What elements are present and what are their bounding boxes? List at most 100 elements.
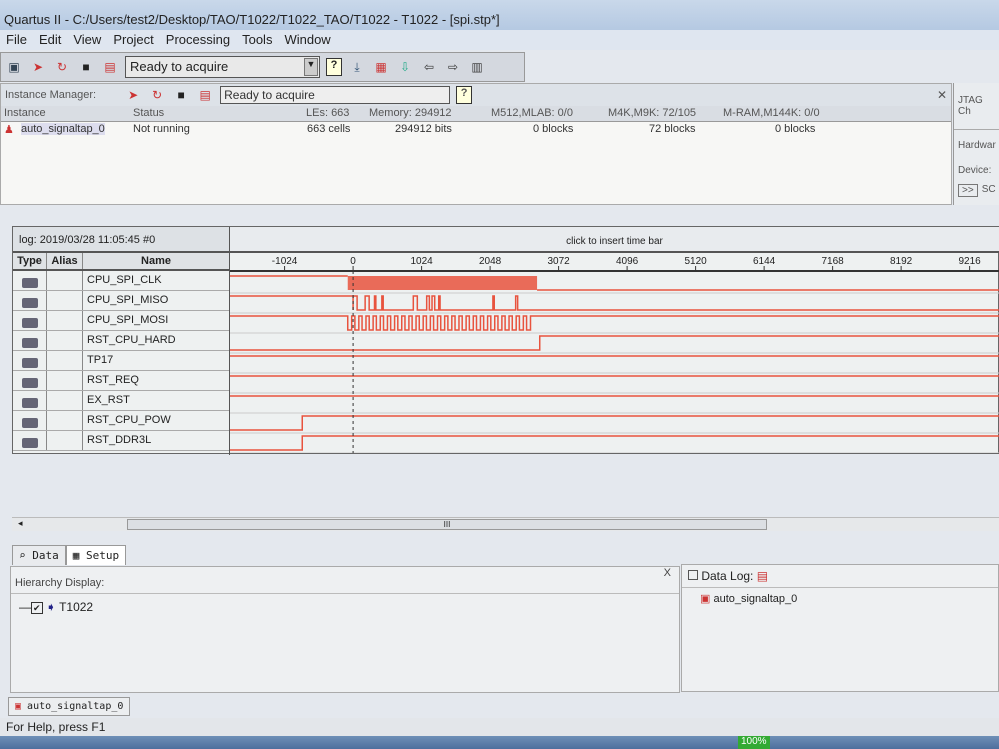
col-status: Status [133, 107, 165, 119]
checkbox-checked-icon[interactable]: ✔ [31, 602, 43, 614]
instance-tab[interactable]: ▣ auto_signaltap_0 [8, 697, 131, 716]
chevron-down-icon[interactable]: ▼ [304, 58, 318, 76]
data-log-label: Data Log: [701, 569, 754, 583]
instance-manager-icon[interactable]: ▣ [5, 58, 23, 76]
col-type: Type [13, 253, 47, 269]
signal-row[interactable]: RST_CPU_HARD [13, 331, 229, 351]
instance-manager: Instance Manager: ➤ ↻ ■ ▤ Ready to acqui… [0, 83, 952, 205]
arrow-left-icon[interactable]: ⇦ [420, 58, 438, 76]
instance-status: Not running [133, 123, 190, 135]
instance-row[interactable]: ♟ auto_signaltap_0 Not running 663 cells… [1, 122, 951, 140]
instance-manager-label: Instance Manager: [5, 89, 97, 101]
menu-file[interactable]: File [6, 32, 27, 48]
alias-cell [47, 311, 83, 330]
clock-burst [347, 276, 538, 290]
scroll-left-icon[interactable]: ◂ [18, 518, 23, 529]
col-m4k: M4K,M9K: 72/105 [608, 107, 697, 119]
instance-icon: ♟ [4, 124, 14, 136]
signal-row[interactable]: RST_REQ [13, 371, 229, 391]
alias-cell [47, 411, 83, 430]
setup-icon: ▦ [72, 549, 86, 562]
status-text: For Help, press F1 [6, 720, 106, 734]
signal-row[interactable]: RST_DDR3L [13, 431, 229, 451]
waveform-canvas[interactable]: -1024 0 1024 2048 3072 4096 5120 6144 7168 8192 92… [230, 253, 999, 454]
scroll-thumb[interactable]: III [127, 519, 767, 530]
scan-chain-button[interactable]: >> [958, 184, 978, 197]
log-label: log: 2019/03/28 11:05:45 #0 [13, 227, 229, 253]
instance-mram: 0 blocks [775, 123, 816, 135]
instance-manager-bar: Instance Manager: ➤ ↻ ■ ▤ Ready to acqui… [1, 84, 951, 106]
signal-row[interactable]: TP17 [13, 351, 229, 371]
status-combo[interactable]: Ready to acquire ▼ [125, 56, 320, 78]
sc-label: SC [981, 184, 996, 195]
memory-icon[interactable]: ▥ [468, 58, 486, 76]
autorun-icon[interactable]: ↻ [148, 86, 166, 104]
input-pin-icon [13, 331, 47, 350]
col-name: Name [141, 255, 171, 267]
menu-processing[interactable]: Processing [166, 32, 230, 48]
ruler-tick-label: 7168 [821, 256, 844, 267]
data-log-icon[interactable]: ▤ [757, 569, 768, 583]
instance-memory: 294912 bits [395, 123, 452, 135]
signal-row[interactable]: EX_RST [13, 391, 229, 411]
close-icon[interactable]: ✕ [937, 88, 947, 102]
signal-row[interactable]: CPU_SPI_MISO [13, 291, 229, 311]
menu-window[interactable]: Window [284, 32, 330, 48]
input-pin-icon [13, 391, 47, 410]
stop-icon[interactable]: ■ [77, 58, 95, 76]
hierarchy-item[interactable]: — ✔ ➧ T1022 [11, 594, 679, 620]
signal-row[interactable]: CPU_SPI_MOSI [13, 311, 229, 331]
signal-row[interactable]: CPU_SPI_CLK [13, 271, 229, 291]
hierarchy-item-label: T1022 [59, 600, 94, 614]
arrow-down-icon[interactable]: ⇩ [396, 58, 414, 76]
col-instance: Instance [4, 107, 46, 119]
instance-tab-label: auto_signaltap_0 [27, 701, 124, 712]
stop-icon[interactable]: ■ [172, 86, 190, 104]
read-data-icon[interactable]: ▤ [101, 58, 119, 76]
alias-cell [47, 351, 83, 370]
menu-edit[interactable]: Edit [39, 32, 61, 48]
signal-name: CPU_SPI_MISO [87, 294, 169, 306]
instance-status-field: Ready to acquire [220, 86, 451, 104]
help-icon[interactable]: ? [326, 58, 342, 76]
waveform-rst_ddr3l [230, 435, 999, 451]
battery-indicator: 100% [738, 736, 770, 749]
signal-name: RST_CPU_HARD [87, 334, 176, 346]
waveform-rst_cpu_pow [230, 415, 999, 431]
hierarchy-display: Hierarchy Display: X — ✔ ➧ T1022 [10, 566, 680, 693]
status-bar: For Help, press F1 [0, 718, 999, 736]
autorun-icon[interactable]: ↻ [53, 58, 71, 76]
output-pin-icon [13, 411, 47, 430]
signal-row[interactable]: RST_CPU_POW [13, 411, 229, 431]
waveform-view[interactable]: click to insert time bar -1024 0 1024 2048 3… [229, 227, 999, 455]
data-log-checkbox[interactable] [688, 570, 698, 580]
signal-name: TP17 [87, 354, 114, 366]
data-icon: ⌕ [19, 549, 33, 562]
run-analysis-icon[interactable]: ➤ [124, 86, 142, 104]
signal-name: EX_RST [87, 394, 130, 406]
tab-setup[interactable]: ▦ Setup [65, 545, 127, 565]
menu-project[interactable]: Project [113, 32, 153, 48]
run-analysis-icon[interactable]: ➤ [29, 58, 47, 76]
arrow-right-icon[interactable]: ⇨ [444, 58, 462, 76]
data-log-item[interactable]: auto_signaltap_0 [713, 593, 797, 605]
hardware-label: Hardwar [958, 140, 996, 151]
output-pin-icon [13, 431, 47, 450]
download-icon[interactable]: ⤓ [348, 58, 366, 76]
insert-time-bar-hint[interactable]: click to insert time bar [230, 227, 999, 253]
horizontal-scrollbar[interactable]: ◂ III [12, 517, 999, 531]
read-data-icon[interactable]: ▤ [196, 86, 214, 104]
close-icon[interactable]: X [664, 567, 671, 579]
tab-data[interactable]: ⌕ Data [12, 545, 66, 565]
alias-cell [47, 291, 83, 310]
alias-cell [47, 371, 83, 390]
input-pin-icon [13, 291, 47, 310]
col-m512: M512,MLAB: 0/0 [491, 107, 573, 119]
menu-bar: File Edit View Project Processing Tools … [0, 30, 999, 50]
col-mram: M-RAM,M144K: 0/0 [723, 107, 820, 119]
program-icon[interactable]: ▦ [372, 58, 390, 76]
menu-view[interactable]: View [73, 32, 101, 48]
input-pin-icon [13, 371, 47, 390]
help-icon[interactable]: ? [456, 86, 473, 104]
menu-tools[interactable]: Tools [242, 32, 272, 48]
